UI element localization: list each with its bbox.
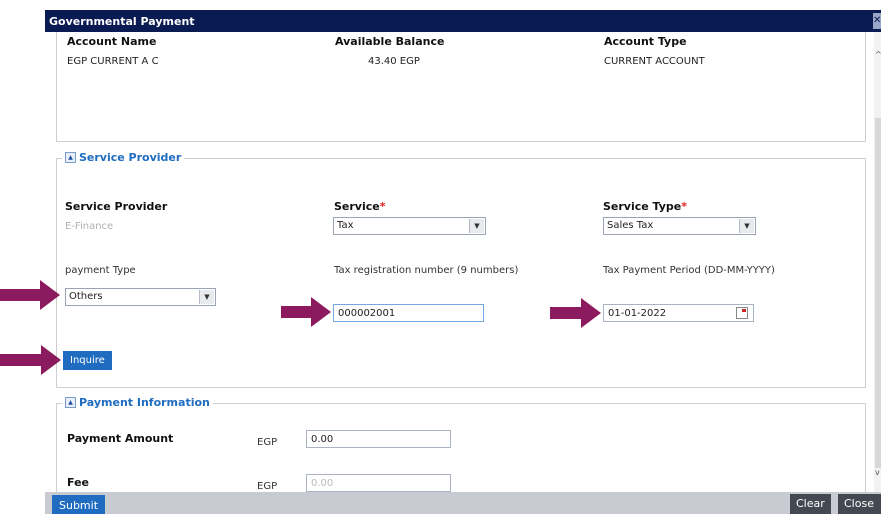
dialog-body: Account Name Available Balance Account T… bbox=[45, 32, 881, 492]
fee-currency: EGP bbox=[257, 481, 278, 492]
chevron-down-icon[interactable]: ▼ bbox=[739, 219, 754, 233]
account-name-header: Account Name bbox=[67, 35, 157, 48]
service-provider-legend[interactable]: ▲ Service Provider bbox=[62, 151, 185, 164]
available-balance-value: 43.40 EGP bbox=[368, 56, 420, 67]
scroll-down-icon[interactable]: v bbox=[875, 468, 880, 477]
tax-registration-input[interactable]: 000002001 bbox=[333, 304, 484, 322]
payment-type-select[interactable]: Others ▼ bbox=[65, 288, 216, 306]
service-type-select-value: Sales Tax bbox=[607, 220, 654, 231]
annotation-arrow-icon bbox=[281, 297, 331, 327]
clear-button[interactable]: Clear bbox=[790, 494, 831, 514]
tax-registration-label: Tax registration number (9 numbers) bbox=[334, 265, 519, 276]
fee-input: 0.00 bbox=[306, 474, 451, 492]
annotation-arrow-icon bbox=[550, 298, 601, 328]
chevron-down-icon[interactable]: ▼ bbox=[469, 219, 484, 233]
inquire-button[interactable]: Inquire bbox=[63, 351, 112, 370]
window-title-bar: Governmental Payment ✕ bbox=[45, 10, 881, 32]
window-close-icon[interactable]: ✕ bbox=[873, 13, 881, 29]
available-balance-header: Available Balance bbox=[335, 35, 445, 48]
close-button[interactable]: Close bbox=[838, 494, 881, 514]
service-provider-legend-label: Service Provider bbox=[79, 151, 182, 164]
collapse-up-icon[interactable]: ▲ bbox=[65, 397, 76, 408]
required-mark: * bbox=[681, 200, 688, 213]
service-type-select[interactable]: Sales Tax ▼ bbox=[603, 217, 756, 235]
payment-type-label: payment Type bbox=[65, 265, 136, 276]
tax-payment-period-input[interactable]: 01-01-2022 bbox=[603, 304, 754, 322]
submit-button[interactable]: Submit bbox=[52, 495, 105, 514]
calendar-icon[interactable] bbox=[736, 307, 748, 319]
service-select[interactable]: Tax ▼ bbox=[333, 217, 486, 235]
account-panel: Account Name Available Balance Account T… bbox=[56, 32, 866, 142]
payment-information-legend[interactable]: ▲ Payment Information bbox=[62, 396, 213, 409]
payment-amount-input[interactable]: 0.00 bbox=[306, 430, 451, 448]
fee-label: Fee bbox=[67, 476, 89, 489]
payment-type-select-value: Others bbox=[69, 291, 103, 302]
bottom-action-bar bbox=[45, 492, 881, 514]
account-type-header: Account Type bbox=[604, 35, 687, 48]
collapse-up-icon[interactable]: ▲ bbox=[65, 152, 76, 163]
annotation-arrow-icon bbox=[0, 345, 61, 375]
chevron-down-icon[interactable]: ▼ bbox=[199, 290, 214, 304]
service-type-label: Service Type* bbox=[603, 200, 688, 213]
account-type-value: CURRENT ACCOUNT bbox=[604, 56, 705, 67]
service-provider-label: Service Provider bbox=[65, 200, 168, 213]
payment-information-legend-label: Payment Information bbox=[79, 396, 210, 409]
payment-information-fieldset bbox=[56, 403, 866, 492]
service-label: Service* bbox=[334, 200, 386, 213]
tax-payment-period-label: Tax Payment Period (DD-MM-YYYY) bbox=[603, 265, 775, 276]
required-mark: * bbox=[379, 200, 386, 213]
scroll-up-icon[interactable]: ^ bbox=[875, 50, 881, 59]
scrollbar-thumb[interactable] bbox=[875, 118, 881, 468]
window-title: Governmental Payment bbox=[49, 15, 195, 28]
account-name-value: EGP CURRENT A C bbox=[67, 56, 159, 67]
tax-payment-period-value: 01-01-2022 bbox=[608, 308, 667, 319]
payment-amount-label: Payment Amount bbox=[67, 432, 174, 445]
service-provider-value: E-Finance bbox=[65, 221, 114, 232]
annotation-arrow-icon bbox=[0, 280, 60, 310]
payment-amount-currency: EGP bbox=[257, 437, 278, 448]
service-select-value: Tax bbox=[337, 220, 354, 231]
